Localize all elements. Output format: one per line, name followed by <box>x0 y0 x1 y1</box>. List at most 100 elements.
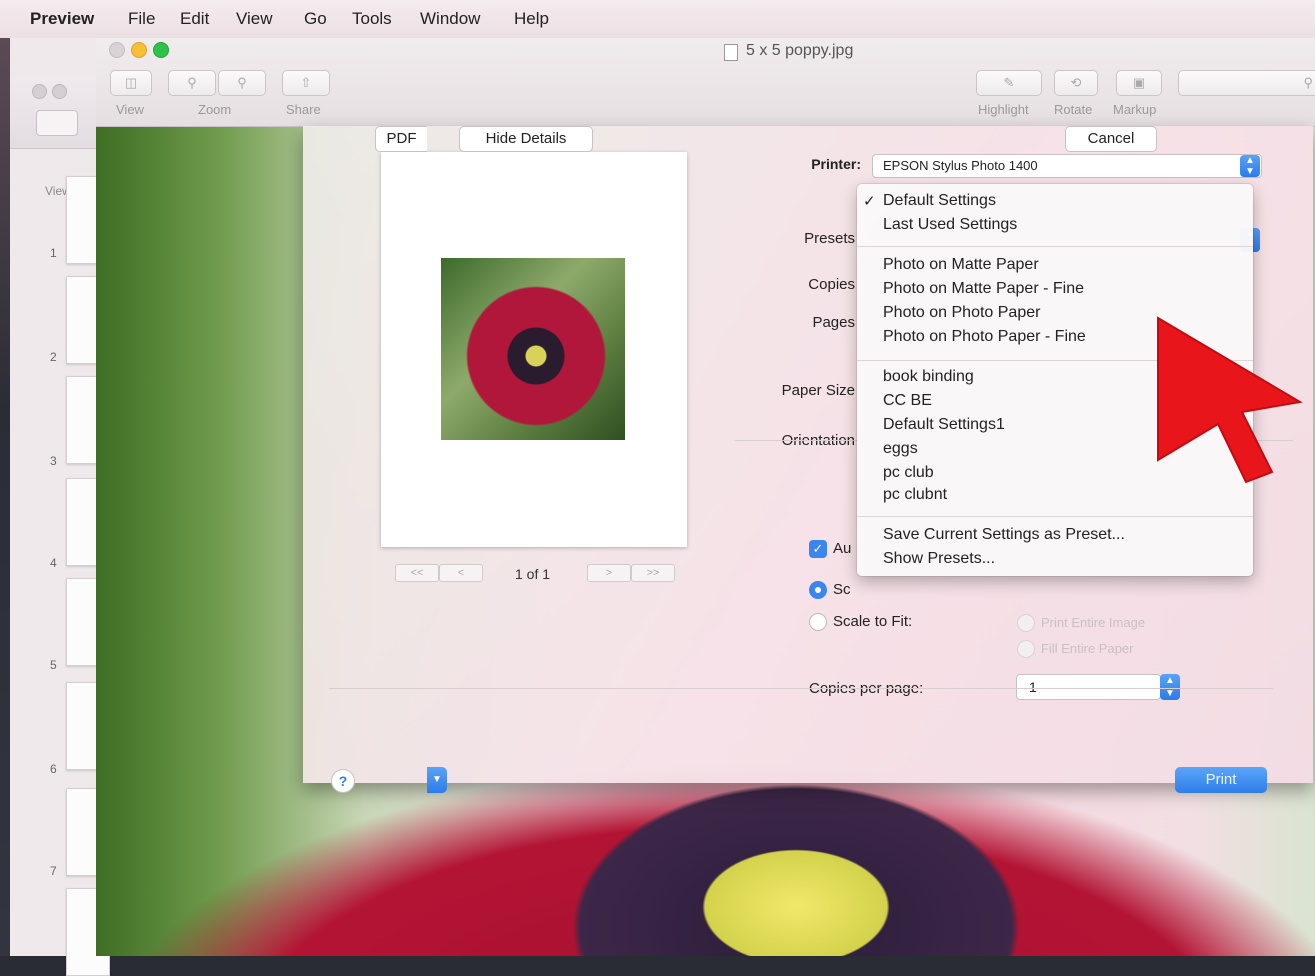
printer-value: EPSON Stylus Photo 1400 <box>883 158 1038 173</box>
search-icon: ⚲ <box>1303 75 1313 90</box>
toolbar-view-label: View <box>116 102 144 117</box>
preset-default-settings1[interactable]: Default Settings1 <box>883 416 1005 434</box>
preset-photo-paper-fine[interactable]: Photo on Photo Paper - Fine <box>883 328 1086 346</box>
show-presets[interactable]: Show Presets... <box>883 550 995 568</box>
view-menu-button[interactable]: ◫ <box>110 70 152 96</box>
markup-button[interactable]: ▣ <box>1116 70 1162 96</box>
thumb-number: 3 <box>50 454 57 468</box>
preset-pc-clubnt[interactable]: pc clubnt <box>883 486 947 504</box>
scale-to-fit-label: Scale to Fit: <box>833 613 913 630</box>
thumb-number: 6 <box>50 762 57 776</box>
thumb-number: 4 <box>50 556 57 570</box>
menu-app-preview[interactable]: Preview <box>30 9 94 29</box>
scale-to-fit-radio[interactable] <box>809 613 827 631</box>
rotate-icon: ⟲ <box>1070 75 1082 90</box>
help-button[interactable]: ? <box>331 769 355 793</box>
markup-toolbox-icon: ▣ <box>1132 75 1146 90</box>
thumb-number: 7 <box>50 864 57 878</box>
page-count: 1 of 1 <box>515 566 551 582</box>
preset-book-binding[interactable]: book binding <box>883 368 974 386</box>
zoom-in-icon: ⚲ <box>237 75 247 90</box>
toolbar-markup-label: Markup <box>1113 102 1157 117</box>
toolbar-highlight-label: Highlight <box>978 102 1029 117</box>
rotate-button[interactable]: ⟲ <box>1054 70 1098 96</box>
menu-separator <box>857 246 1253 247</box>
preview-thumbnail-image <box>441 258 625 440</box>
close-button-inactive[interactable] <box>32 84 47 99</box>
highlight-pen-icon: ✎ <box>1003 75 1015 90</box>
minimize-button-inactive[interactable] <box>52 84 67 99</box>
print-entire-image-radio[interactable] <box>1017 614 1035 632</box>
menu-bar: Preview File Edit View Go Tools Window H… <box>0 0 1315 39</box>
close-button[interactable] <box>109 42 125 58</box>
toolbar-share-label: Share <box>286 102 321 117</box>
print-entire-image-label: Print Entire Image <box>1041 615 1146 630</box>
share-button[interactable]: ⇧ <box>282 70 330 96</box>
preset-default-settings[interactable]: Default Settings <box>883 192 996 210</box>
zoom-window-button[interactable] <box>153 42 169 58</box>
preset-eggs[interactable]: eggs <box>883 440 918 458</box>
pages-label: Pages <box>812 314 855 331</box>
highlight-button[interactable]: ✎ <box>976 70 1042 96</box>
divider <box>329 688 1273 689</box>
thumb-number: 5 <box>50 658 57 672</box>
preset-pc-club[interactable]: pc club <box>883 464 934 482</box>
scale-label: Sc <box>833 581 851 598</box>
menu-view[interactable]: View <box>236 9 273 29</box>
share-icon: ⇧ <box>300 75 312 90</box>
printer-label: Printer: <box>811 156 861 172</box>
document-icon <box>724 44 738 61</box>
toolbar-rotate-label: Rotate <box>1054 102 1093 117</box>
copies-per-page-value: 1 <box>1029 679 1037 695</box>
zoom-out-icon: ⚲ <box>187 75 197 90</box>
printer-select-chevron-icon[interactable]: ▲ ▼ <box>1240 155 1260 177</box>
first-page-button[interactable]: << <box>395 564 439 582</box>
printer-select[interactable]: EPSON Stylus Photo 1400 <box>872 154 1262 178</box>
search-field[interactable]: ⚲ <box>1178 70 1315 96</box>
preset-last-used-settings[interactable]: Last Used Settings <box>883 216 1017 234</box>
view-button[interactable] <box>36 110 78 136</box>
red-pointer-arrow-icon <box>1157 316 1303 484</box>
presets-label: Presets <box>804 230 855 247</box>
previous-page-button[interactable]: < <box>439 564 483 582</box>
cancel-button[interactable]: Cancel <box>1065 126 1157 152</box>
zoom-out-button[interactable]: ⚲ <box>168 70 216 96</box>
menu-window[interactable]: Window <box>420 9 480 29</box>
desktop-background <box>0 38 10 956</box>
thumb-number: 1 <box>50 246 57 260</box>
copies-per-page-chevron-icon[interactable]: ▲ ▼ <box>1160 674 1180 700</box>
auto-rotate-label: Au <box>833 540 852 557</box>
menu-tools[interactable]: Tools <box>352 9 392 29</box>
thumb-number: 2 <box>50 350 57 364</box>
preset-cc-be[interactable]: CC BE <box>883 392 932 410</box>
zoom-in-button[interactable]: ⚲ <box>218 70 266 96</box>
save-current-settings-as-preset[interactable]: Save Current Settings as Preset... <box>883 526 1125 544</box>
scale-radio[interactable] <box>809 581 827 599</box>
menu-go[interactable]: Go <box>304 9 327 29</box>
preset-matte-paper-fine[interactable]: Photo on Matte Paper - Fine <box>883 280 1084 298</box>
copies-per-page-select[interactable]: 1 <box>1016 674 1161 700</box>
next-page-button[interactable]: > <box>587 564 631 582</box>
menu-help[interactable]: Help <box>514 9 549 29</box>
auto-rotate-checkbox[interactable]: ✓ <box>809 540 827 558</box>
pdf-menu-chevron-down-icon[interactable]: ▼ <box>427 767 447 793</box>
checkmark-icon: ✓ <box>863 193 876 210</box>
hide-details-button[interactable]: Hide Details <box>459 126 593 152</box>
paper-size-label: Paper Size <box>781 382 855 399</box>
copies-label: Copies <box>808 276 855 293</box>
fill-entire-paper-radio[interactable] <box>1017 640 1035 658</box>
menu-edit[interactable]: Edit <box>180 9 209 29</box>
preset-photo-paper[interactable]: Photo on Photo Paper <box>883 304 1040 322</box>
last-page-button[interactable]: >> <box>631 564 675 582</box>
preset-matte-paper[interactable]: Photo on Matte Paper <box>883 256 1039 274</box>
menu-file[interactable]: File <box>128 9 155 29</box>
minimize-button[interactable] <box>131 42 147 58</box>
window-titlebar: 5 x 5 poppy.jpg ◫ View ⚲ ⚲ Zoom ⇧ Share … <box>96 38 1315 127</box>
print-button[interactable]: Print <box>1175 767 1267 793</box>
toolbar-zoom-label: Zoom <box>198 102 232 117</box>
fill-entire-paper-label: Fill Entire Paper <box>1041 641 1134 656</box>
pdf-button[interactable]: PDF <box>375 126 427 152</box>
menu-separator <box>857 516 1253 517</box>
print-preview-page <box>381 152 687 547</box>
window-title[interactable]: 5 x 5 poppy.jpg <box>746 42 853 60</box>
